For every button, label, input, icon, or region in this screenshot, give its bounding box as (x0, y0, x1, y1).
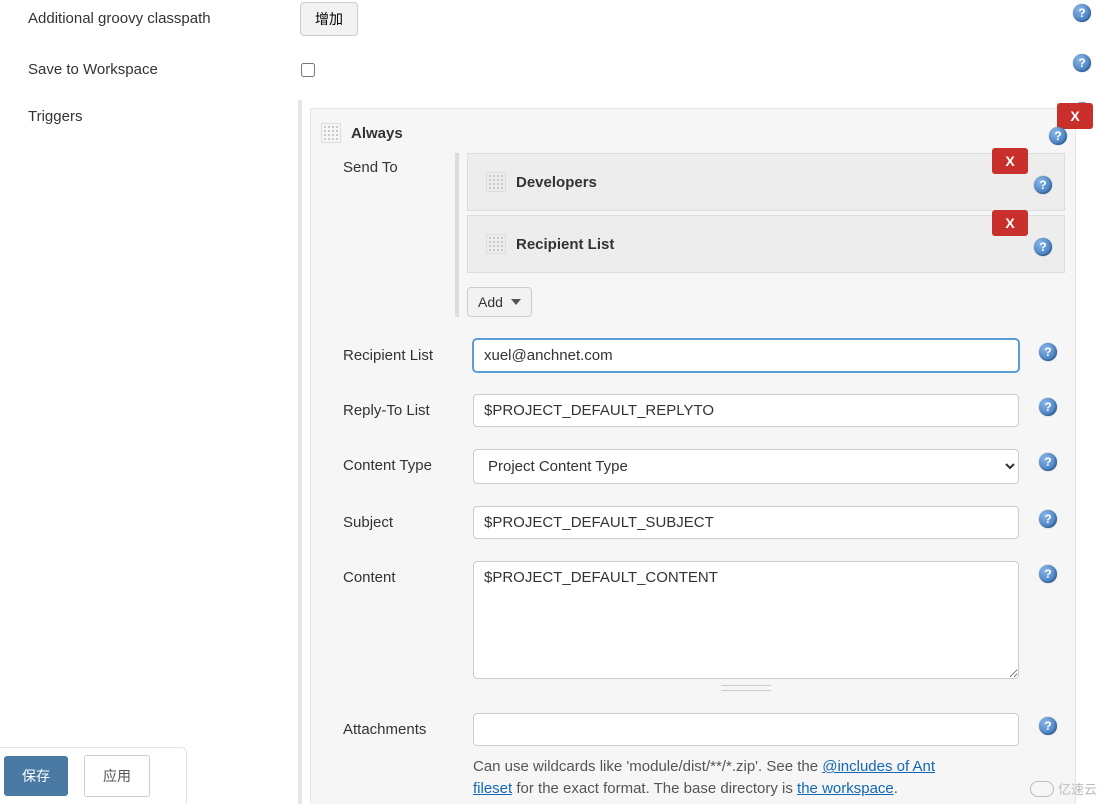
recipient-card-recipient-list: X Recipient List ? (467, 215, 1065, 273)
label-content: Content (343, 561, 473, 586)
row-reply-to-list: Reply-To List ? (321, 394, 1065, 427)
trigger-header: Always (321, 119, 1065, 153)
help-icon[interactable]: ? (1073, 4, 1091, 22)
trigger-always-block: X ? Always Send To X Developers ? X Reci… (310, 108, 1076, 804)
content-type-select[interactable]: Project Content Type (473, 449, 1019, 484)
recipient-card-developers: X Developers ? (467, 153, 1065, 211)
row-content-type: Content Type Project Content Type ? (321, 449, 1065, 484)
left-column: Additional groovy classpath Save to Work… (28, 0, 288, 127)
send-to-body: X Developers ? X Recipient List ? Add (455, 153, 1065, 317)
help-icon[interactable]: ? (1039, 343, 1057, 361)
save-button[interactable]: 保存 (4, 756, 68, 796)
hint-text: . (894, 780, 898, 797)
subject-input[interactable] (473, 506, 1019, 539)
drag-handle-icon[interactable] (321, 123, 341, 143)
help-icon[interactable]: ? (1039, 398, 1057, 416)
help-icon[interactable]: ? (1073, 54, 1091, 72)
remove-trigger-button[interactable]: X (1057, 103, 1093, 129)
drag-handle-icon[interactable] (486, 172, 506, 192)
save-to-workspace-checkbox[interactable] (301, 63, 315, 77)
label-recipient-list: Recipient List (343, 339, 473, 364)
help-icon[interactable]: ? (1049, 127, 1067, 145)
resize-grip-icon[interactable] (721, 685, 771, 691)
label-content-type: Content Type (343, 449, 473, 474)
add-classpath-button[interactable]: 增加 (300, 2, 358, 36)
attachments-input[interactable] (473, 713, 1019, 746)
send-to-label: Send To (343, 153, 455, 176)
help-icon[interactable]: ? (1039, 565, 1057, 583)
row-subject: Subject ? (321, 506, 1065, 539)
recipient-title: Recipient List (516, 236, 614, 253)
recipient-list-input[interactable] (473, 339, 1019, 372)
hint-text: for the exact format. The base directory… (512, 780, 797, 797)
help-icon[interactable]: ? (1039, 717, 1057, 735)
footer-bar: 保存 应用 (0, 747, 187, 804)
reply-to-list-input[interactable] (473, 394, 1019, 427)
content-textarea[interactable]: $PROJECT_DEFAULT_CONTENT (473, 561, 1019, 679)
attachments-hint: Can use wildcards like 'module/dist/**/*… (473, 756, 973, 800)
add-recipient-dropdown[interactable]: Add (467, 287, 532, 317)
triggers-container: X ? Always Send To X Developers ? X Reci… (298, 100, 1076, 804)
apply-button[interactable]: 应用 (84, 755, 150, 797)
label-triggers: Triggers (28, 108, 288, 125)
label-reply-to-list: Reply-To List (343, 394, 473, 419)
row-recipient-list: Recipient List ? (321, 339, 1065, 372)
remove-recipient-button[interactable]: X (992, 210, 1028, 236)
label-attachments: Attachments (343, 713, 473, 738)
label-save-to-workspace: Save to Workspace (28, 61, 288, 78)
help-icon[interactable]: ? (1039, 453, 1057, 471)
help-icon[interactable]: ? (1034, 238, 1052, 256)
row-attachments: Attachments Can use wildcards like 'modu… (321, 713, 1065, 800)
help-icon[interactable]: ? (1039, 510, 1057, 528)
send-to-row: Send To X Developers ? X Recipient List … (321, 153, 1065, 317)
trigger-name: Always (351, 125, 403, 142)
add-recipient-label: Add (478, 294, 503, 310)
help-icon[interactable]: ? (1034, 176, 1052, 194)
label-additional-groovy-classpath: Additional groovy classpath (28, 10, 288, 27)
chevron-down-icon (511, 299, 521, 305)
hint-text: Can use wildcards like 'module/dist/**/*… (473, 758, 822, 775)
remove-recipient-button[interactable]: X (992, 148, 1028, 174)
row-content: Content $PROJECT_DEFAULT_CONTENT ? (321, 561, 1065, 691)
recipient-title: Developers (516, 174, 597, 191)
label-subject: Subject (343, 506, 473, 531)
drag-handle-icon[interactable] (486, 234, 506, 254)
workspace-link[interactable]: the workspace (797, 780, 894, 797)
